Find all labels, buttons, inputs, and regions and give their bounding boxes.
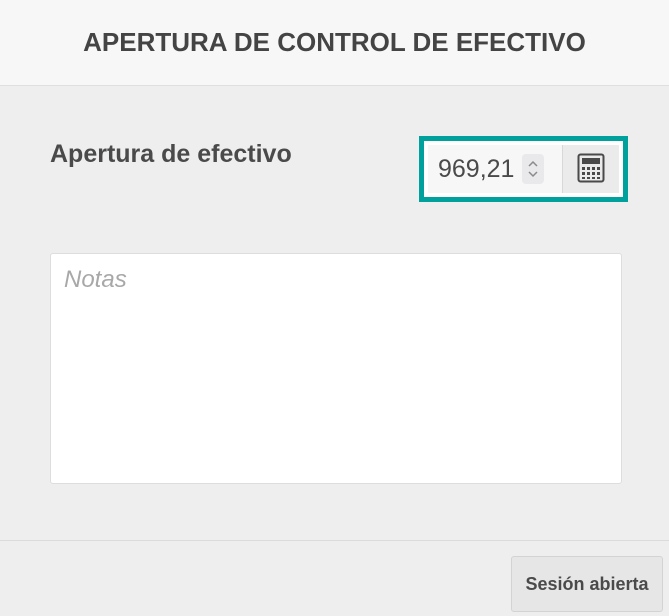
amount-input[interactable]: 969,21 xyxy=(438,155,522,184)
calculator-button[interactable] xyxy=(563,145,619,193)
notes-textarea[interactable] xyxy=(50,253,622,484)
dialog-footer: Sesión abierta xyxy=(0,540,669,616)
dialog-header: APERTURA DE CONTROL DE EFECTIVO xyxy=(0,0,669,86)
opening-cash-label: Apertura de efectivo xyxy=(50,140,292,168)
calculator-icon xyxy=(577,153,605,186)
amount-input-container[interactable]: 969,21 xyxy=(428,145,563,193)
opening-amount-field: 969,21 xyxy=(419,136,628,202)
chevron-up-down-icon[interactable] xyxy=(522,154,544,184)
dialog-title: APERTURA DE CONTROL DE EFECTIVO xyxy=(83,27,586,57)
session-open-button[interactable]: Sesión abierta xyxy=(511,556,663,612)
cash-control-opening-dialog: APERTURA DE CONTROL DE EFECTIVO Apertura… xyxy=(0,0,669,616)
